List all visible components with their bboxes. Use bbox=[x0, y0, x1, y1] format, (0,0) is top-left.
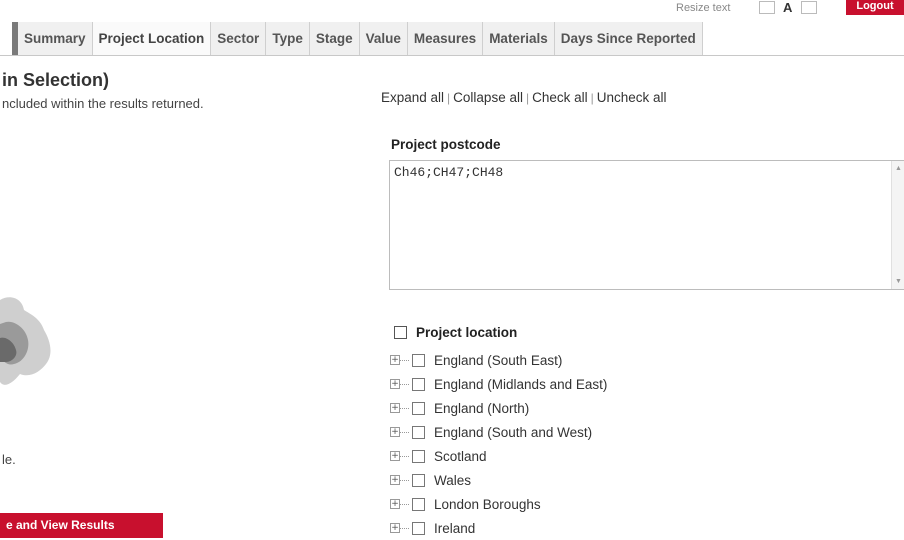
tree-connector bbox=[400, 431, 409, 433]
expand-plus-icon[interactable]: + bbox=[390, 403, 400, 413]
top-strip: Resize text A Logout bbox=[0, 0, 904, 22]
text-size-a-label: A bbox=[783, 0, 793, 15]
tab-row: Summary Project Location Sector Type Sta… bbox=[18, 22, 703, 55]
tree-connector bbox=[400, 359, 409, 361]
save-and-view-results-button[interactable]: e and View Results bbox=[0, 513, 163, 538]
text-size-increase-button[interactable] bbox=[801, 1, 817, 14]
check-all-link[interactable]: Check all bbox=[532, 90, 588, 105]
expand-all-link[interactable]: Expand all bbox=[381, 90, 444, 105]
region-checkbox[interactable] bbox=[412, 521, 425, 535]
selection-description: ncluded within the results returned. bbox=[2, 96, 204, 111]
tab-summary[interactable]: Summary bbox=[18, 22, 93, 55]
region-checkbox[interactable] bbox=[412, 401, 425, 415]
tab-type[interactable]: Type bbox=[266, 22, 310, 55]
expand-plus-icon[interactable]: + bbox=[390, 355, 400, 365]
left-text-fragment: le. bbox=[2, 452, 16, 467]
location-tree: + England (South East) + England (Midlan… bbox=[390, 348, 607, 540]
tab-stage[interactable]: Stage bbox=[309, 22, 360, 55]
region-label: Wales bbox=[434, 472, 472, 488]
expand-plus-icon[interactable]: + bbox=[390, 379, 400, 389]
logout-button[interactable]: Logout bbox=[846, 0, 904, 15]
region-checkbox[interactable] bbox=[412, 449, 425, 463]
region-checkbox[interactable] bbox=[412, 473, 425, 487]
project-location-title: Project location bbox=[416, 325, 518, 340]
region-checkbox[interactable] bbox=[412, 497, 425, 511]
tree-item-england-south-and-west: + England (South and West) bbox=[390, 420, 607, 444]
tab-days-since-reported[interactable]: Days Since Reported bbox=[554, 22, 703, 55]
tree-item-wales: + Wales bbox=[390, 468, 607, 492]
selection-heading: in Selection) bbox=[2, 70, 110, 90]
tree-connector bbox=[400, 383, 409, 385]
project-postcode-label: Project postcode bbox=[391, 137, 501, 152]
project-postcode-textarea[interactable]: Ch46;CH47;CH48 ▲ ▼ bbox=[389, 160, 904, 290]
uk-map-graphic bbox=[0, 297, 51, 385]
tree-connector bbox=[400, 407, 409, 409]
expand-plus-icon[interactable]: + bbox=[390, 523, 400, 533]
tree-item-england-south-east: + England (South East) bbox=[390, 348, 607, 372]
region-label: England (North) bbox=[434, 400, 530, 416]
scroll-up-arrow-icon[interactable]: ▲ bbox=[895, 165, 902, 172]
uncheck-all-link[interactable]: Uncheck all bbox=[597, 90, 667, 105]
tree-item-ireland: + Ireland bbox=[390, 516, 607, 540]
region-label: Ireland bbox=[434, 520, 476, 536]
tree-item-scotland: + Scotland bbox=[390, 444, 607, 468]
tree-connector bbox=[400, 455, 409, 457]
expand-plus-icon[interactable]: + bbox=[390, 499, 400, 509]
tree-connector bbox=[400, 479, 409, 481]
tree-item-london-boroughs: + London Boroughs bbox=[390, 492, 607, 516]
separator: | bbox=[447, 91, 451, 105]
scroll-down-arrow-icon[interactable]: ▼ bbox=[895, 278, 902, 285]
separator: | bbox=[590, 91, 594, 105]
region-label: London Boroughs bbox=[434, 496, 541, 512]
region-label: England (South and West) bbox=[434, 424, 593, 440]
tab-sector[interactable]: Sector bbox=[211, 22, 267, 55]
region-checkbox[interactable] bbox=[412, 377, 425, 391]
expand-plus-icon[interactable]: + bbox=[390, 475, 400, 485]
region-checkbox[interactable] bbox=[412, 353, 425, 367]
text-size-decrease-button[interactable] bbox=[759, 1, 775, 14]
expand-plus-icon[interactable]: + bbox=[390, 427, 400, 437]
expand-plus-icon[interactable]: + bbox=[390, 451, 400, 461]
tab-measures[interactable]: Measures bbox=[407, 22, 484, 55]
tab-materials[interactable]: Materials bbox=[483, 22, 555, 55]
region-label: England (Midlands and East) bbox=[434, 376, 608, 392]
region-label: England (South East) bbox=[434, 352, 563, 368]
textarea-scrollbar[interactable]: ▲ ▼ bbox=[891, 161, 904, 289]
tree-connector bbox=[400, 527, 409, 529]
region-label: Scotland bbox=[434, 448, 487, 464]
tab-project-location[interactable]: Project Location bbox=[92, 22, 212, 55]
collapse-all-link[interactable]: Collapse all bbox=[453, 90, 523, 105]
tree-item-england-midlands-and-east: + England (Midlands and East) bbox=[390, 372, 607, 396]
resize-text-label: Resize text bbox=[676, 2, 731, 14]
separator: | bbox=[525, 91, 530, 105]
project-location-checkbox[interactable] bbox=[394, 326, 407, 339]
tree-connector bbox=[400, 503, 409, 505]
tree-action-links: Expand all | Collapse all | Check all | Unchec… bbox=[381, 90, 667, 105]
project-postcode-value: Ch46;CH47;CH48 bbox=[394, 165, 504, 180]
tree-item-england-north: + England (North) bbox=[390, 396, 607, 420]
region-checkbox[interactable] bbox=[412, 425, 425, 439]
project-location-header: Project location bbox=[394, 325, 517, 340]
tab-value[interactable]: Value bbox=[359, 22, 408, 55]
tab-bar: Summary Project Location Sector Type Sta… bbox=[0, 22, 904, 56]
